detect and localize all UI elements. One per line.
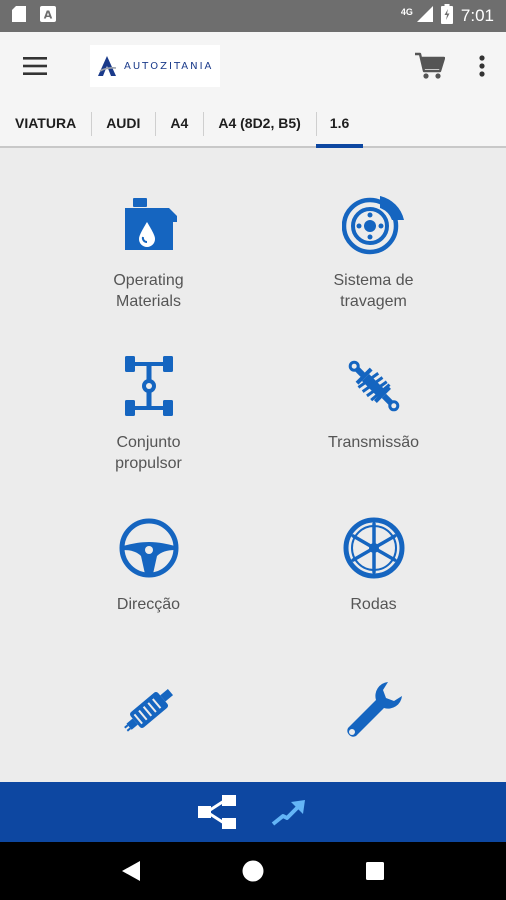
trend-button[interactable]: [267, 790, 311, 834]
shopping-cart-icon: [415, 52, 445, 79]
back-triangle-icon: [122, 861, 140, 881]
brake-disc-icon: [341, 196, 404, 255]
category-conjunto-propulsor[interactable]: Conjunto propulsor: [22, 312, 275, 477]
breadcrumb-item-viatura[interactable]: VIATURA: [0, 100, 91, 146]
recents-square-icon: [366, 862, 384, 880]
breadcrumb-item-a4-8d2-b5[interactable]: A4 (8D2, B5): [203, 100, 315, 146]
trending-arrow-icon: [271, 800, 305, 826]
svg-text:A: A: [44, 8, 53, 21]
drivetrain-icon: [124, 356, 173, 416]
app-bar: AUTOZITANIA: [0, 32, 506, 100]
wrench-icon: [346, 682, 402, 737]
bottom-action-bar: [0, 782, 506, 842]
category-sistema-de-travagem[interactable]: Sistema de travagem: [247, 150, 500, 315]
app-logo: AUTOZITANIA: [90, 45, 220, 87]
nav-home-button[interactable]: [229, 847, 277, 895]
breadcrumb: VIATURA AUDI A4 A4 (8D2, B5) 1.6: [0, 100, 506, 148]
nav-back-button[interactable]: [107, 847, 155, 895]
category-direccao[interactable]: Direcção: [22, 474, 275, 639]
system-nav-bar: [0, 842, 506, 900]
wheel-icon: [343, 517, 404, 579]
category-label: Transmissão: [328, 434, 419, 451]
category-exhaust[interactable]: [22, 636, 275, 782]
home-circle-icon: [242, 860, 264, 882]
category-tools[interactable]: [247, 636, 500, 782]
breadcrumb-item-audi[interactable]: AUDI: [91, 100, 155, 146]
category-label: Rodas: [350, 596, 397, 613]
status-bar: A 4G 7:01: [0, 0, 506, 32]
menu-button[interactable]: [0, 32, 70, 100]
exhaust-icon: [123, 688, 173, 732]
steering-wheel-icon: [119, 518, 178, 578]
breadcrumb-item-a4[interactable]: A4: [155, 100, 203, 146]
overflow-menu-button[interactable]: [458, 38, 506, 94]
network-type: 4G: [400, 7, 413, 17]
logo-mark-icon: [98, 56, 117, 76]
share-network-icon: [198, 795, 236, 829]
category-label: Direcção: [116, 596, 181, 613]
more-vertical-icon: [479, 55, 485, 77]
app-notification-icon: A: [40, 5, 56, 27]
category-transmissao[interactable]: Transmissão: [247, 312, 500, 477]
category-label: Operating Materials: [113, 272, 184, 310]
sd-card-icon: [12, 5, 26, 27]
logo-text: AUTOZITANIA: [124, 60, 214, 72]
category-label: Conjunto propulsor: [115, 434, 182, 472]
category-operating-materials[interactable]: Operating Materials: [22, 150, 275, 315]
cart-button[interactable]: [402, 38, 458, 94]
hamburger-icon: [23, 57, 47, 75]
category-grid: Operating Materials Sistema de travagem: [0, 150, 506, 782]
breadcrumb-item-1-6[interactable]: 1.6: [315, 100, 364, 148]
category-label: Sistema de travagem: [333, 272, 414, 310]
battery-icon: [440, 3, 453, 29]
status-time: 7:01: [460, 6, 494, 25]
category-rodas[interactable]: Rodas: [247, 474, 500, 639]
nav-recents-button[interactable]: [351, 847, 399, 895]
oil-can-icon: [124, 198, 177, 250]
share-button[interactable]: [195, 790, 239, 834]
signal-icon: [416, 5, 433, 27]
shock-absorber-icon: [348, 360, 399, 412]
